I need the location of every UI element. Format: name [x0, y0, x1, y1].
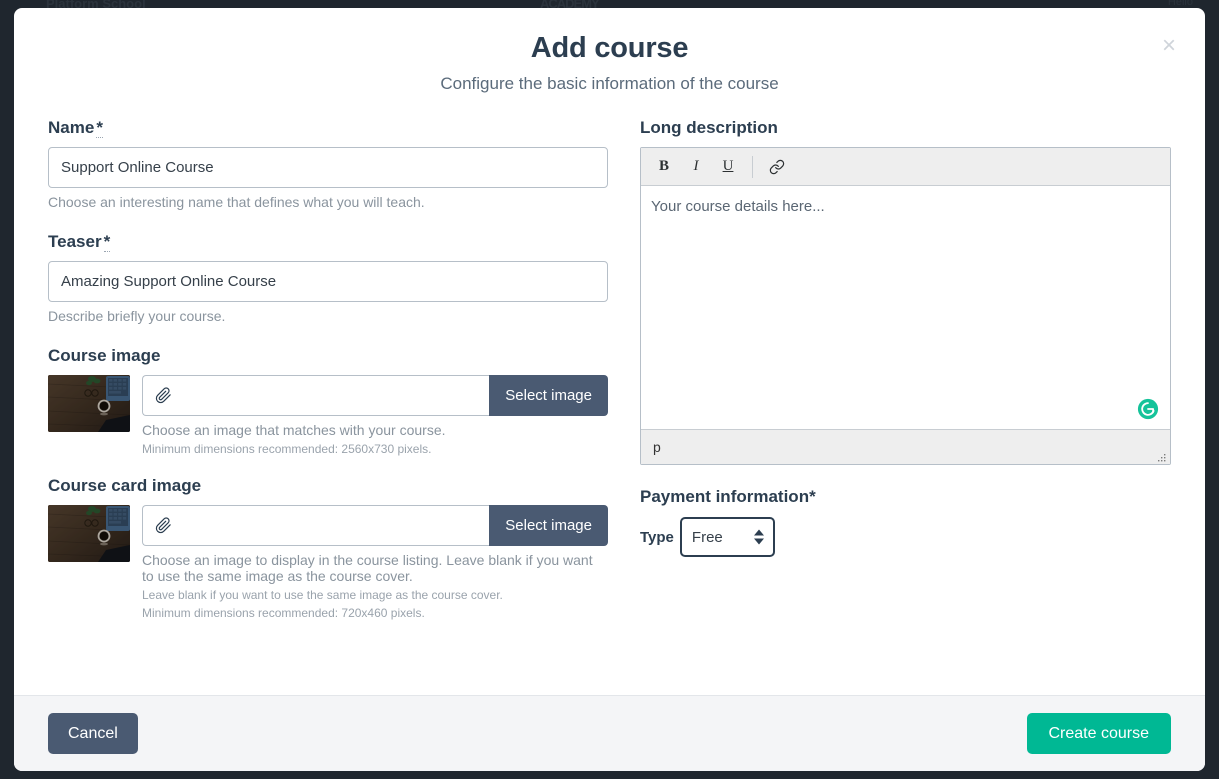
italic-icon[interactable]: I — [681, 153, 711, 181]
right-column: Long description B I U Your course detai… — [640, 118, 1171, 695]
create-course-button[interactable]: Create course — [1026, 713, 1171, 754]
modal-header: Add course Configure the basic informati… — [14, 8, 1205, 104]
course-image-input-wrap[interactable] — [142, 375, 490, 416]
editor-element-path: p — [653, 439, 661, 455]
toolbar-divider — [752, 155, 753, 178]
course-card-image-thumbnail — [48, 505, 130, 562]
editor-resize-handle[interactable] — [1155, 450, 1167, 462]
course-card-image-help-text: Choose an image to display in the course… — [142, 552, 593, 584]
course-card-image-picker: Select image — [142, 505, 608, 546]
teaser-label: Teaser * — [48, 232, 608, 252]
course-card-image-blank-note: Leave blank if you want to use the same … — [142, 588, 503, 602]
long-description-placeholder: Your course details here... — [651, 198, 825, 215]
course-image-help-text: Choose an image that matches with your c… — [142, 422, 446, 438]
payment-information-label: Payment information* — [640, 487, 816, 506]
teaser-label-text: Teaser — [48, 232, 102, 251]
page-title: Add course — [530, 32, 689, 64]
name-help-text: Choose an interesting name that defines … — [48, 194, 425, 210]
page-subtitle: Configure the basic information of the c… — [440, 74, 779, 93]
course-image-dimensions-note: Minimum dimensions recommended: 2560x730… — [142, 442, 432, 456]
modal-body: Name* Choose an interesting name that de… — [14, 104, 1205, 695]
course-image-row: Select image Choose an image that matche… — [48, 375, 608, 456]
course-card-image-row: Select image Choose an image to display … — [48, 505, 608, 620]
select-course-card-image-button[interactable]: Select image — [489, 505, 608, 546]
modal-footer: Cancel Create course — [14, 695, 1205, 771]
course-image-label: Course image — [48, 346, 161, 365]
link-icon[interactable] — [762, 153, 792, 181]
name-input[interactable] — [48, 147, 608, 188]
editor-status-bar: p — [641, 429, 1170, 464]
long-description-editor: B I U Your course details here... p — [640, 147, 1171, 465]
name-required-asterisk: * — [96, 118, 103, 138]
course-card-image-label: Course card image — [48, 476, 202, 495]
bold-icon[interactable]: B — [649, 153, 679, 181]
backdrop-user-greeting: Hello — [1167, 0, 1193, 8]
add-course-modal: × Add course Configure the basic informa… — [14, 8, 1205, 771]
grammarly-icon[interactable] — [1137, 398, 1159, 420]
teaser-input[interactable] — [48, 261, 608, 302]
select-course-image-button[interactable]: Select image — [489, 375, 608, 416]
course-image-thumbnail — [48, 375, 130, 432]
paperclip-icon — [155, 387, 172, 404]
name-label: Name * — [48, 118, 608, 138]
name-label-text: Name — [48, 118, 95, 137]
payment-type-value: Free — [691, 528, 723, 546]
course-image-picker: Select image — [142, 375, 608, 416]
cancel-button[interactable]: Cancel — [48, 713, 138, 754]
course-image-picker-col: Select image Choose an image that matche… — [142, 375, 608, 456]
close-icon[interactable]: × — [1153, 30, 1185, 62]
course-card-image-picker-col: Select image Choose an image to display … — [142, 505, 608, 620]
long-description-label: Long description — [640, 118, 778, 137]
course-card-image-input-wrap[interactable] — [142, 505, 490, 546]
long-description-textarea[interactable]: Your course details here... — [641, 186, 1170, 429]
paperclip-icon — [155, 517, 172, 534]
left-column: Name* Choose an interesting name that de… — [48, 118, 608, 695]
editor-toolbar: B I U — [641, 148, 1170, 186]
teaser-help-text: Describe briefly your course. — [48, 308, 226, 324]
select-stepper-arrows-icon — [753, 529, 764, 545]
course-card-image-dimensions-note: Minimum dimensions recommended: 720x460 … — [142, 606, 425, 620]
underline-icon[interactable]: U — [713, 153, 743, 181]
payment-type-label: Type — [640, 528, 674, 546]
payment-type-row: Type Free — [640, 517, 1171, 557]
payment-type-select[interactable]: Free — [679, 517, 775, 557]
teaser-required-asterisk: * — [103, 232, 111, 252]
